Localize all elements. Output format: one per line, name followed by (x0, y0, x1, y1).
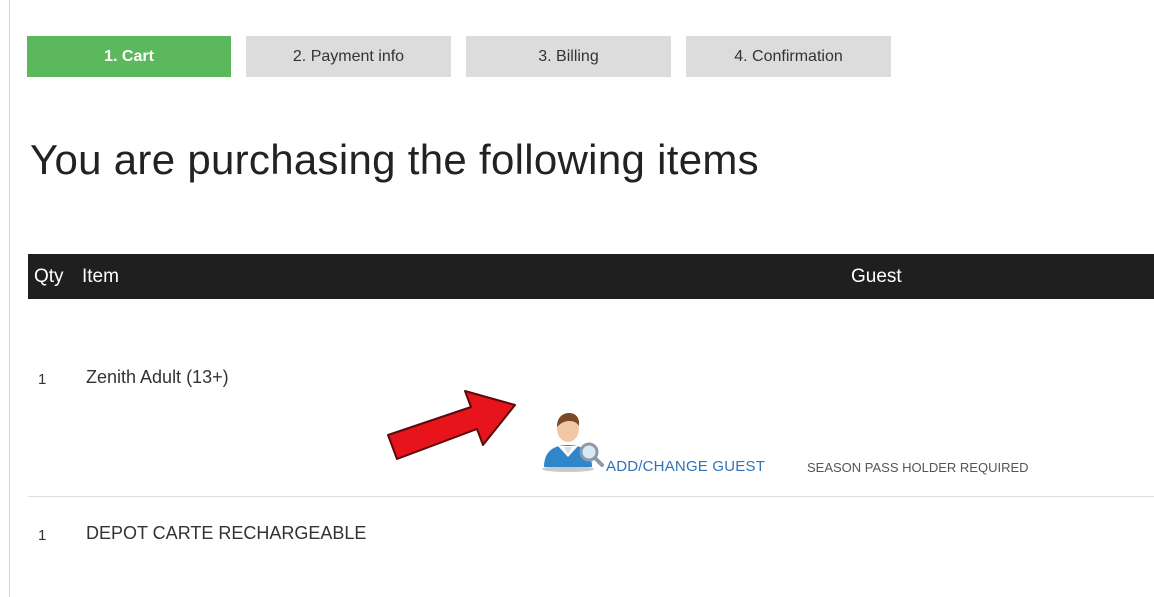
table-header: Qty Item Guest (28, 254, 1154, 299)
page-title: You are purchasing the following items (30, 136, 759, 183)
checkout-steps: 1. Cart 2. Payment info 3. Billing 4. Co… (27, 36, 891, 77)
left-border (9, 0, 10, 597)
row-item: DEPOT CARTE RECHARGEABLE (86, 523, 367, 543)
row-qty: 1 (38, 527, 47, 544)
header-guest: Guest (851, 266, 902, 287)
step-cart[interactable]: 1. Cart (27, 36, 231, 77)
header-item: Item (82, 266, 119, 287)
cart-table: Qty Item Guest 1 Zenith Adult (13+) ADD/… (28, 254, 1154, 597)
guest-selector: ADD/CHANGE GUEST SEASON PASS HOLDER REQU… (540, 407, 1100, 477)
header-qty: Qty (34, 266, 64, 287)
row-qty: 1 (38, 371, 47, 388)
table-row: 1 DEPOT CARTE RECHARGEABLE (28, 497, 1154, 597)
person-search-icon[interactable] (540, 407, 606, 473)
checkout-page: 1. Cart 2. Payment info 3. Billing 4. Co… (0, 0, 1154, 597)
add-change-guest-link[interactable]: ADD/CHANGE GUEST (606, 458, 765, 475)
step-confirmation[interactable]: 4. Confirmation (686, 36, 891, 77)
step-payment-info[interactable]: 2. Payment info (246, 36, 451, 77)
step-billing[interactable]: 3. Billing (466, 36, 671, 77)
red-arrow-icon (387, 390, 516, 460)
row-item: Zenith Adult (13+) (86, 367, 229, 387)
season-pass-note: SEASON PASS HOLDER REQUIRED (807, 460, 1029, 475)
table-row: 1 Zenith Adult (13+) ADD/CHANGE GUEST SE… (28, 299, 1154, 497)
